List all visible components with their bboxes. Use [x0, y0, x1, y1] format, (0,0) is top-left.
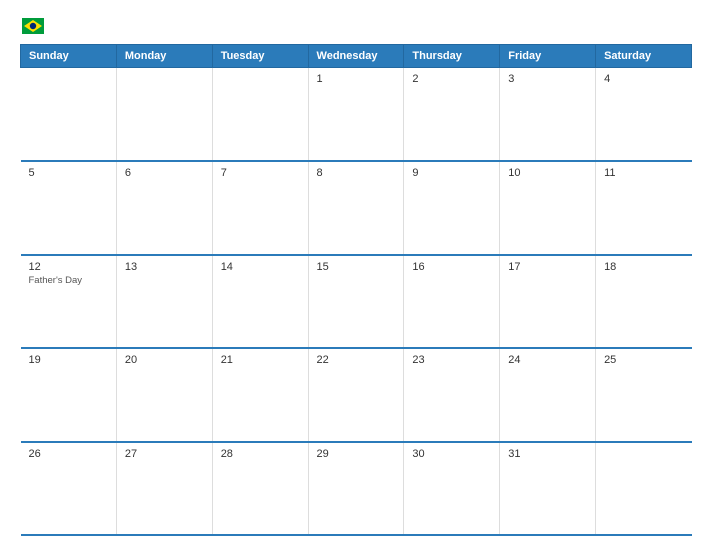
calendar-body: 123456789101112Father's Day1314151617181…: [21, 68, 692, 536]
day-number: 16: [412, 261, 491, 273]
week-row-1: 5 6 7 8 9 10 11: [21, 161, 692, 255]
calendar-header: SundayMondayTuesdayWednesdayThursdayFrid…: [21, 45, 692, 68]
calendar-cell: 27: [116, 442, 212, 536]
calendar-cell: 8: [308, 161, 404, 255]
calendar-cell: 6: [116, 161, 212, 255]
weekday-header-wednesday: Wednesday: [308, 45, 404, 68]
day-number: 9: [412, 167, 491, 179]
calendar-cell: 26: [21, 442, 117, 536]
weekday-header-thursday: Thursday: [404, 45, 500, 68]
day-number: 18: [604, 261, 683, 273]
weekday-header-row: SundayMondayTuesdayWednesdayThursdayFrid…: [21, 45, 692, 68]
day-number: 8: [317, 167, 396, 179]
flag-icon: [22, 18, 44, 34]
day-number: 14: [221, 261, 300, 273]
calendar-cell: 14: [212, 255, 308, 349]
calendar-table: SundayMondayTuesdayWednesdayThursdayFrid…: [20, 44, 692, 536]
calendar-cell: 5: [21, 161, 117, 255]
calendar-cell: 13: [116, 255, 212, 349]
calendar-cell: 12 Father's Day: [21, 255, 117, 349]
week-row-4: 26 27 28 29 30 31: [21, 442, 692, 536]
day-number: 5: [29, 167, 108, 179]
calendar-cell: 31: [500, 442, 596, 536]
day-number: 22: [317, 354, 396, 366]
day-number: 30: [412, 448, 491, 460]
calendar-cell: 21: [212, 348, 308, 442]
day-number: 2: [412, 73, 491, 85]
calendar-cell: 23: [404, 348, 500, 442]
weekday-header-sunday: Sunday: [21, 45, 117, 68]
week-row-2: 12 Father's Day 13 14 15 16 17 18: [21, 255, 692, 349]
day-number: 24: [508, 354, 587, 366]
day-number: 15: [317, 261, 396, 273]
day-number: 11: [604, 167, 683, 179]
week-row-0: 1 2 3 4: [21, 68, 692, 162]
calendar-cell: 11: [596, 161, 692, 255]
calendar-cell: 30: [404, 442, 500, 536]
header: [20, 18, 692, 34]
day-number: 25: [604, 354, 683, 366]
day-number: 23: [412, 354, 491, 366]
calendar-cell: 1: [308, 68, 404, 162]
day-number: 17: [508, 261, 587, 273]
day-number: 21: [221, 354, 300, 366]
calendar-cell: 17: [500, 255, 596, 349]
day-number: 27: [125, 448, 204, 460]
day-number: 10: [508, 167, 587, 179]
weekday-header-friday: Friday: [500, 45, 596, 68]
calendar-cell: 9: [404, 161, 500, 255]
day-number: 29: [317, 448, 396, 460]
day-number: 3: [508, 73, 587, 85]
calendar-cell: 15: [308, 255, 404, 349]
calendar-cell: [21, 68, 117, 162]
calendar-cell: 28: [212, 442, 308, 536]
calendar-cell: 19: [21, 348, 117, 442]
calendar-cell: 29: [308, 442, 404, 536]
day-number: 4: [604, 73, 683, 85]
weekday-header-saturday: Saturday: [596, 45, 692, 68]
week-row-3: 19 20 21 22 23 24 25: [21, 348, 692, 442]
calendar-cell: 18: [596, 255, 692, 349]
calendar-cell: 16: [404, 255, 500, 349]
calendar-cell: 10: [500, 161, 596, 255]
day-number: 7: [221, 167, 300, 179]
day-number: 13: [125, 261, 204, 273]
calendar-cell: [596, 442, 692, 536]
weekday-header-tuesday: Tuesday: [212, 45, 308, 68]
weekday-header-monday: Monday: [116, 45, 212, 68]
calendar-cell: 2: [404, 68, 500, 162]
calendar-cell: 22: [308, 348, 404, 442]
day-number: 12: [29, 261, 108, 273]
day-number: 6: [125, 167, 204, 179]
day-number: 28: [221, 448, 300, 460]
day-number: 20: [125, 354, 204, 366]
calendar-cell: 24: [500, 348, 596, 442]
calendar-cell: 7: [212, 161, 308, 255]
day-number: 19: [29, 354, 108, 366]
calendar-cell: 3: [500, 68, 596, 162]
calendar-cell: 20: [116, 348, 212, 442]
logo: [20, 18, 44, 34]
calendar-page: SundayMondayTuesdayWednesdayThursdayFrid…: [0, 0, 712, 550]
day-number: 31: [508, 448, 587, 460]
day-number: 1: [317, 73, 396, 85]
calendar-cell: [212, 68, 308, 162]
day-event: Father's Day: [29, 275, 108, 286]
calendar-cell: [116, 68, 212, 162]
calendar-cell: 4: [596, 68, 692, 162]
calendar-cell: 25: [596, 348, 692, 442]
day-number: 26: [29, 448, 108, 460]
